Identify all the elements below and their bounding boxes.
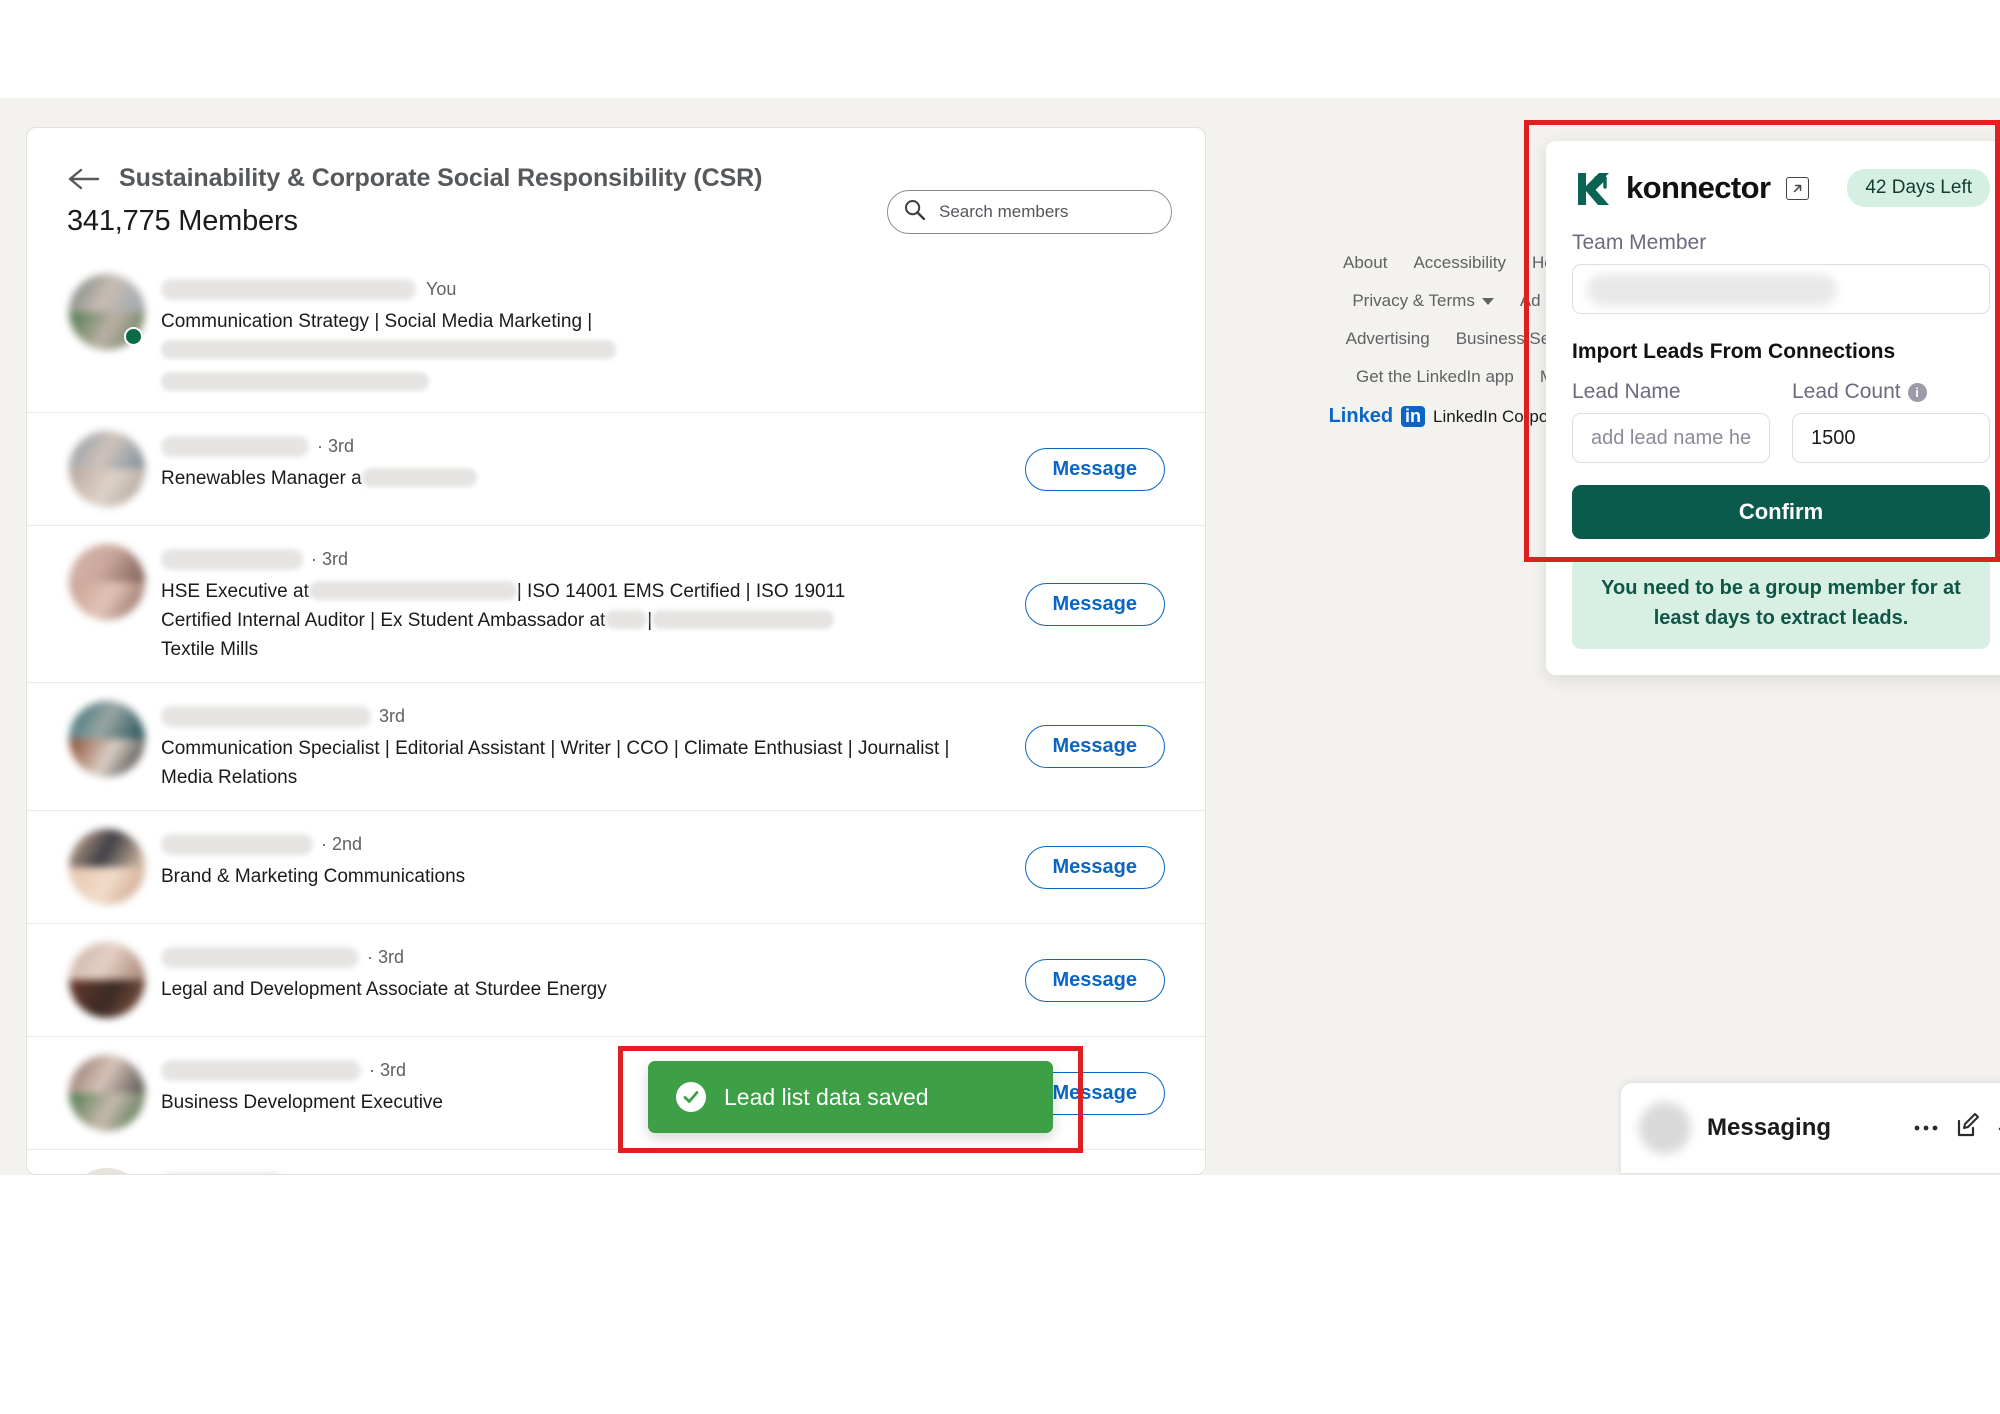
- member-row[interactable]: 3rd Senior Manager at Moore Hong Kong Me…: [27, 1150, 1205, 1175]
- member-info: 3rd Communication Specialist | Editorial…: [161, 701, 1007, 792]
- compose-icon[interactable]: [1955, 1112, 1981, 1144]
- message-button[interactable]: Message: [1024, 725, 1165, 768]
- avatar[interactable]: [69, 544, 145, 620]
- messaging-bar[interactable]: Messaging: [1620, 1082, 2000, 1174]
- you-badge: You: [426, 278, 457, 299]
- linkedin-in-icon: in: [1401, 406, 1426, 427]
- redacted-headline-2: [161, 372, 429, 392]
- linkedin-wordmark: Linked: [1328, 405, 1394, 427]
- ellipsis-icon[interactable]: [1913, 1119, 1939, 1137]
- member-info: · 2nd Brand & Marketing Communications: [161, 829, 1007, 891]
- member-row[interactable]: 3rd Communication Specialist | Editorial…: [27, 683, 1205, 811]
- redacted-headline: [161, 340, 616, 360]
- member-name-line: 3rd: [161, 1170, 1007, 1175]
- member-row[interactable]: · 3rd HSE Executive at | ISO 14001 EMS Ce…: [27, 526, 1205, 683]
- member-headline: Renewables Manager a: [161, 464, 971, 493]
- member-info: · 3rd Renewables Manager a: [161, 431, 1007, 493]
- avatar[interactable]: [69, 942, 145, 1018]
- chevron-down-icon: [1481, 298, 1494, 306]
- footer-link-advertising[interactable]: Advertising: [1346, 329, 1430, 349]
- connection-degree: · 3rd: [369, 1059, 407, 1080]
- avatar[interactable]: [69, 701, 145, 777]
- footer-link-get-app[interactable]: Get the LinkedIn app: [1356, 367, 1514, 387]
- member-headline: Legal and Development Associate at Sturd…: [161, 979, 607, 1000]
- redacted-name: [161, 435, 309, 457]
- redacted-name: [161, 548, 303, 570]
- avatar[interactable]: [69, 274, 145, 350]
- member-headline: Brand & Marketing Communications: [161, 866, 466, 887]
- member-name-line: · 3rd: [161, 546, 1007, 572]
- redacted-name: [161, 946, 359, 968]
- screenshot-root: Sustainability & Corporate Social Respon…: [0, 0, 2000, 1414]
- member-headline: Communication Strategy | Social Media Ma…: [161, 307, 971, 394]
- footer-link-accessibility[interactable]: Accessibility: [1413, 253, 1506, 273]
- konnector-panel-highlight-box: [1524, 120, 2000, 562]
- member-name-line: 3rd: [161, 703, 1007, 729]
- avatar[interactable]: [69, 1168, 145, 1174]
- footer-link-about[interactable]: About: [1343, 253, 1387, 273]
- message-button[interactable]: Message: [1024, 845, 1165, 889]
- redacted-company: [361, 468, 477, 488]
- member-headline: HSE Executive at | ISO 14001 EMS Certifie…: [161, 581, 846, 660]
- online-status-dot: [124, 327, 143, 346]
- message-button[interactable]: Message: [1024, 582, 1165, 626]
- member-name-line: You: [161, 276, 1165, 302]
- avatar[interactable]: [69, 431, 145, 507]
- member-name-line: · 2nd: [161, 831, 1007, 857]
- member-info: 3rd Senior Manager at Moore Hong Kong: [161, 1168, 1007, 1175]
- linkedin-page: Sustainability & Corporate Social Respon…: [0, 98, 2000, 1175]
- member-row[interactable]: · 3rd Legal and Development Associate at…: [27, 924, 1205, 1037]
- search-input[interactable]: [937, 201, 1155, 223]
- member-headline: Communication Specialist | Editorial Ass…: [161, 738, 950, 788]
- redacted-name: [161, 705, 371, 727]
- member-info: · 3rd Legal and Development Associate at…: [161, 942, 1007, 1004]
- message-button[interactable]: Message: [1024, 958, 1165, 1002]
- search-icon: [904, 199, 926, 225]
- connection-degree: 3rd: [379, 705, 406, 726]
- redacted-name: [161, 278, 416, 300]
- redacted-name: [161, 833, 313, 855]
- connection-degree: 3rd: [291, 1173, 317, 1175]
- avatar[interactable]: [69, 829, 145, 905]
- back-arrow-icon[interactable]: [67, 165, 101, 193]
- title-row: Sustainability & Corporate Social Respon…: [67, 164, 1165, 193]
- redacted-school: [605, 610, 648, 630]
- footer-link-privacy-terms[interactable]: Privacy & Terms: [1352, 291, 1494, 311]
- member-row[interactable]: You Communication Strategy | Social Medi…: [27, 256, 1205, 413]
- search-members-box[interactable]: [887, 190, 1172, 234]
- redacted-company-2: [652, 610, 835, 630]
- card-header: Sustainability & Corporate Social Respon…: [27, 128, 1205, 238]
- connection-degree: · 3rd: [367, 946, 405, 967]
- member-name-line: · 3rd: [161, 944, 1007, 970]
- redacted-company: [308, 581, 517, 601]
- group-members-card: Sustainability & Corporate Social Respon…: [26, 127, 1206, 1175]
- redacted-name: [161, 1059, 361, 1081]
- avatar[interactable]: [69, 1055, 145, 1131]
- member-name-line: · 3rd: [161, 433, 1007, 459]
- toast-highlight-box: [618, 1046, 1083, 1153]
- member-info: You Communication Strategy | Social Medi…: [161, 274, 1165, 394]
- connection-degree: · 3rd: [311, 548, 349, 569]
- page-title: Sustainability & Corporate Social Respon…: [119, 164, 763, 192]
- redacted-name: [161, 1172, 283, 1174]
- member-info: · 3rd HSE Executive at | ISO 14001 EMS Ce…: [161, 544, 1007, 664]
- member-list: You Communication Strategy | Social Medi…: [27, 256, 1205, 1175]
- messaging-title: Messaging: [1707, 1114, 1832, 1141]
- group-membership-notice: You need to be a group member for at lea…: [1572, 557, 1990, 649]
- connection-degree: · 3rd: [317, 435, 355, 456]
- member-row[interactable]: · 3rd Renewables Manager a Message: [27, 413, 1205, 526]
- connection-degree: · 2nd: [321, 833, 363, 854]
- default-avatar-icon: [69, 1168, 145, 1174]
- message-button[interactable]: Message: [1024, 447, 1165, 491]
- messaging-avatar: [1639, 1102, 1691, 1154]
- member-row[interactable]: · 2nd Brand & Marketing Communications M…: [27, 811, 1205, 924]
